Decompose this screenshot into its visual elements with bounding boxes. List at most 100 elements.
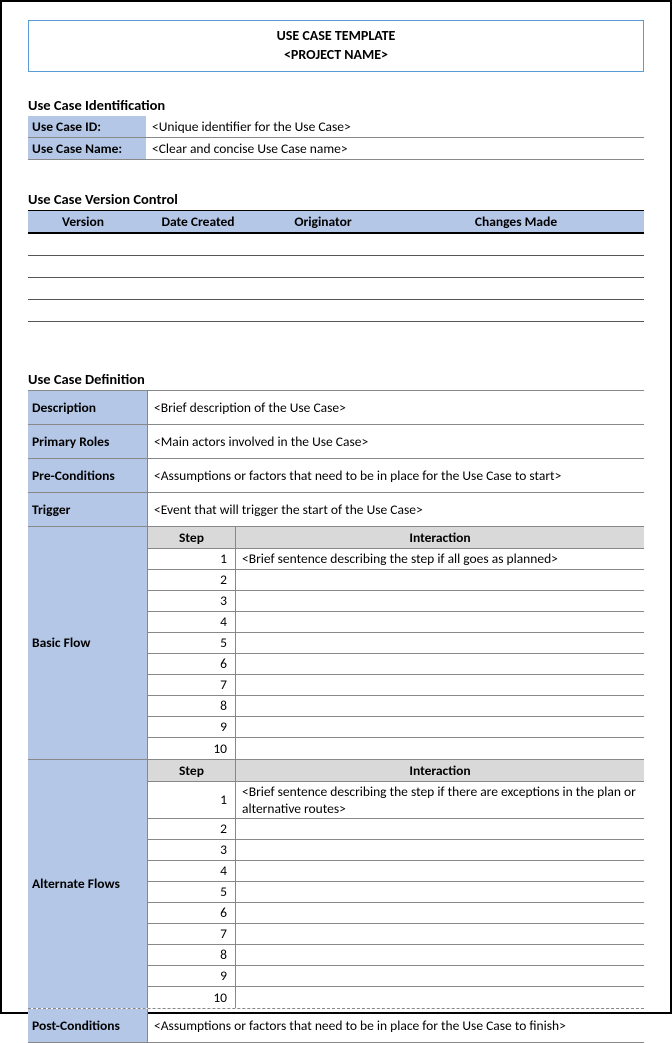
title-box: USE CASE TEMPLATE <PROJECT NAME>	[28, 20, 644, 72]
step-text[interactable]	[236, 675, 644, 695]
basic-step-row: 5	[148, 633, 644, 654]
version-header-row: Version Date Created Originator Changes …	[28, 210, 644, 234]
alt-interaction-col: Interaction	[236, 760, 644, 781]
basic-step-row: 3	[148, 591, 644, 612]
trigger-value[interactable]: <Event that will trigger the start of th…	[148, 493, 644, 526]
step-text[interactable]	[236, 987, 644, 1008]
alt-step-row: 8	[148, 945, 644, 966]
basic-step-row: 8	[148, 696, 644, 717]
basic-step-row: 1<Brief sentence describing the step if …	[148, 549, 644, 570]
step-num: 3	[148, 591, 236, 611]
step-num: 10	[148, 987, 236, 1008]
step-num: 7	[148, 924, 236, 944]
pre-conditions-label: Pre-Conditions	[28, 459, 148, 492]
alt-step-row: 6	[148, 903, 644, 924]
step-num: 6	[148, 654, 236, 674]
step-text[interactable]	[236, 570, 644, 590]
primary-roles-label: Primary Roles	[28, 425, 148, 458]
step-num: 8	[148, 696, 236, 716]
step-num: 5	[148, 882, 236, 902]
use-case-id-value[interactable]: <Unique identifier for the Use Case>	[146, 116, 644, 137]
basic-step-row: 10	[148, 738, 644, 759]
alt-step-row: 7	[148, 924, 644, 945]
step-num: 9	[148, 717, 236, 737]
alternate-flows-row: Alternate Flows Step Interaction 1<Brief…	[28, 759, 644, 1008]
step-num: 6	[148, 903, 236, 923]
alternate-flow-grid: Step Interaction 1<Brief sentence descri…	[148, 760, 644, 1008]
step-text[interactable]	[236, 945, 644, 965]
step-text[interactable]: <Brief sentence describing the step if a…	[236, 549, 644, 569]
step-num: 4	[148, 861, 236, 881]
step-text[interactable]: <Brief sentence describing the step if t…	[236, 782, 644, 818]
basic-step-col: Step	[148, 527, 236, 548]
version-row[interactable]	[28, 300, 644, 322]
title-line2: <PROJECT NAME>	[29, 46, 643, 65]
description-value[interactable]: <Brief description of the Use Case>	[148, 391, 644, 424]
primary-roles-value[interactable]: <Main actors involved in the Use Case>	[148, 425, 644, 458]
use-case-name-value[interactable]: <Clear and concise Use Case name>	[146, 138, 644, 159]
definition-section: Use Case Definition Description <Brief d…	[28, 370, 644, 1043]
identification-row-name: Use Case Name: <Clear and concise Use Ca…	[28, 138, 644, 160]
alt-step-row: 1<Brief sentence describing the step if …	[148, 782, 644, 819]
identification-section: Use Case Identification Use Case ID: <Un…	[28, 96, 644, 160]
step-text[interactable]	[236, 840, 644, 860]
alt-step-row: 10	[148, 987, 644, 1008]
step-num: 5	[148, 633, 236, 653]
alt-step-row: 4	[148, 861, 644, 882]
basic-flow-grid: Step Interaction 1<Brief sentence descri…	[148, 527, 644, 759]
alt-step-row: 2	[148, 819, 644, 840]
step-text[interactable]	[236, 612, 644, 632]
step-num: 7	[148, 675, 236, 695]
step-text[interactable]	[236, 696, 644, 716]
version-col-version: Version	[28, 213, 138, 230]
step-num: 2	[148, 570, 236, 590]
step-text[interactable]	[236, 717, 644, 737]
step-num: 1	[148, 782, 236, 818]
alt-step-header: Step Interaction	[148, 760, 644, 782]
step-text[interactable]	[236, 819, 644, 839]
alternate-flows-label: Alternate Flows	[28, 760, 148, 1008]
alt-step-row: 9	[148, 966, 644, 987]
version-row[interactable]	[28, 256, 644, 278]
step-text[interactable]	[236, 966, 644, 986]
definition-heading: Use Case Definition	[28, 370, 644, 388]
version-row[interactable]	[28, 234, 644, 256]
step-text[interactable]	[236, 591, 644, 611]
step-text[interactable]	[236, 654, 644, 674]
identification-row-id: Use Case ID: <Unique identifier for the …	[28, 116, 644, 138]
version-col-date: Date Created	[138, 213, 258, 230]
basic-step-row: 9	[148, 717, 644, 738]
description-row: Description <Brief description of the Us…	[28, 390, 644, 424]
identification-heading: Use Case Identification	[28, 96, 644, 114]
step-text[interactable]	[236, 882, 644, 902]
step-num: 3	[148, 840, 236, 860]
version-section: Use Case Version Control Version Date Cr…	[28, 190, 644, 322]
step-text[interactable]	[236, 903, 644, 923]
version-heading: Use Case Version Control	[28, 190, 644, 208]
basic-interaction-col: Interaction	[236, 527, 644, 548]
step-text[interactable]	[236, 633, 644, 653]
step-text[interactable]	[236, 861, 644, 881]
step-text[interactable]	[236, 738, 644, 759]
basic-step-row: 6	[148, 654, 644, 675]
basic-step-header: Step Interaction	[148, 527, 644, 549]
basic-step-row: 7	[148, 675, 644, 696]
step-num: 4	[148, 612, 236, 632]
trigger-label: Trigger	[28, 493, 148, 526]
use-case-name-label: Use Case Name:	[28, 138, 146, 159]
pre-conditions-row: Pre-Conditions <Assumptions or factors t…	[28, 458, 644, 492]
basic-step-row: 2	[148, 570, 644, 591]
post-conditions-row: Post-Conditions <Assumptions or factors …	[28, 1008, 644, 1043]
step-num: 2	[148, 819, 236, 839]
description-label: Description	[28, 391, 148, 424]
alt-step-col: Step	[148, 760, 236, 781]
alt-step-row: 3	[148, 840, 644, 861]
version-row[interactable]	[28, 278, 644, 300]
basic-step-row: 4	[148, 612, 644, 633]
step-num: 10	[148, 738, 236, 759]
title-line1: USE CASE TEMPLATE	[29, 27, 643, 46]
use-case-id-label: Use Case ID:	[28, 116, 146, 137]
pre-conditions-value[interactable]: <Assumptions or factors that need to be …	[148, 459, 644, 492]
trigger-row: Trigger <Event that will trigger the sta…	[28, 492, 644, 526]
step-text[interactable]	[236, 924, 644, 944]
